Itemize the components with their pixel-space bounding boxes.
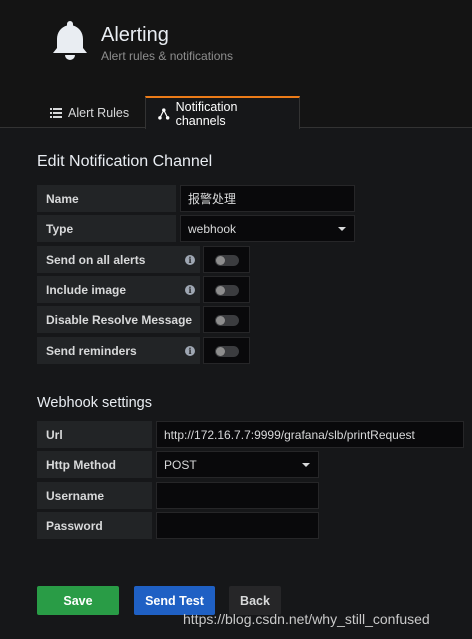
switch-knob: [216, 256, 225, 265]
send-reminders-switch[interactable]: [203, 337, 250, 364]
list-icon: [50, 107, 62, 118]
tab-label: Notification channels: [175, 99, 238, 128]
username-label: Username: [37, 482, 152, 509]
url-input[interactable]: http://172.16.7.7:9999/grafana/slb/print…: [156, 421, 464, 448]
switch-track: [215, 255, 239, 266]
type-select[interactable]: webhook: [180, 215, 355, 242]
tab-alert-rules[interactable]: Alert Rules: [38, 96, 141, 129]
type-label: Type: [37, 215, 176, 242]
disable-resolve-message-label: Disable Resolve Message: [37, 306, 200, 333]
send-reminders-label: Send reminders: [37, 337, 200, 364]
switch-knob: [216, 347, 225, 356]
webhook-settings-heading: Webhook settings: [37, 395, 152, 411]
bell-icon: [53, 21, 87, 60]
share-nodes-icon: [158, 107, 170, 120]
switch-track: [215, 346, 239, 357]
url-label: Url: [37, 421, 152, 448]
include-image-switch[interactable]: [203, 276, 250, 303]
watermark: https://blog.csdn.net/why_still_confused: [183, 611, 430, 627]
switch-knob: [216, 316, 225, 325]
name-label: Name: [37, 185, 176, 212]
switch-knob: [216, 286, 225, 295]
page-subtitle: Alert rules & notifications: [101, 49, 234, 63]
password-input[interactable]: [156, 512, 319, 539]
tab-notification-channels[interactable]: Notification channels: [145, 96, 300, 129]
edit-channel-heading: Edit Notification Channel: [37, 153, 213, 170]
info-icon[interactable]: i: [185, 285, 195, 295]
tab-label: Alert Rules: [68, 105, 130, 120]
page-header: Alerting Alert rules & notifications Ale…: [0, 0, 472, 129]
switch-track: [215, 315, 239, 326]
http-method-value: POST: [164, 457, 197, 472]
info-icon[interactable]: i: [185, 346, 195, 356]
info-icon[interactable]: i: [185, 255, 195, 265]
password-label: Password: [37, 512, 152, 539]
include-image-label: Include image: [37, 276, 200, 303]
username-input[interactable]: [156, 482, 319, 509]
disable-resolve-message-switch[interactable]: [203, 306, 250, 333]
send-on-all-alerts-switch[interactable]: [203, 246, 250, 273]
save-button[interactable]: Save: [37, 586, 119, 615]
chevron-down-icon: [338, 227, 346, 231]
http-method-label: Http Method: [37, 451, 152, 478]
send-on-all-alerts-label: Send on all alerts: [37, 246, 200, 273]
chevron-down-icon: [302, 463, 310, 467]
switch-track: [215, 285, 239, 296]
http-method-select[interactable]: POST: [156, 451, 319, 478]
name-input[interactable]: 报警处理: [180, 185, 355, 212]
page-title: Alerting: [101, 24, 169, 46]
type-select-value: webhook: [188, 221, 237, 236]
